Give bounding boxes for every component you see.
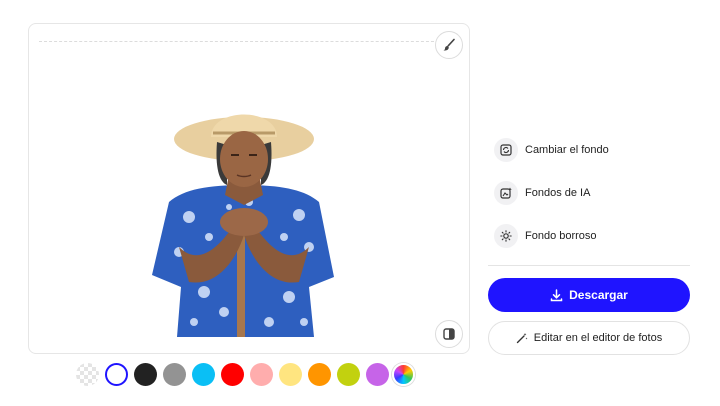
swatch-pink[interactable] (250, 363, 273, 386)
swatch-custom-color[interactable] (392, 363, 415, 386)
download-icon (550, 288, 563, 301)
swatch-sky-blue[interactable] (192, 363, 215, 386)
blur-background-label: Fondo borroso (525, 230, 597, 242)
swatch-light-yellow[interactable] (279, 363, 302, 386)
subject-photo (152, 114, 334, 337)
compare-icon (443, 328, 455, 340)
ai-backgrounds-label: Fondos de IA (525, 187, 591, 199)
blur-background-option[interactable]: Fondo borroso (494, 224, 597, 248)
brush-button[interactable] (435, 31, 463, 59)
swatch-purple[interactable] (366, 363, 389, 386)
swatch-orange[interactable] (308, 363, 331, 386)
change-background-icon (494, 138, 518, 162)
ai-backgrounds-option[interactable]: Fondos de IA (494, 181, 590, 205)
brush-icon (443, 38, 455, 51)
download-button[interactable]: Descargar (488, 278, 690, 312)
magic-wand-icon (516, 333, 528, 344)
edit-in-photo-editor-button[interactable]: Editar en el editor de fotos (488, 321, 690, 355)
swatch-red[interactable] (221, 363, 244, 386)
download-label: Descargar (569, 288, 628, 302)
compare-button[interactable] (435, 320, 463, 348)
change-background-option[interactable]: Cambiar el fondo (494, 138, 609, 162)
swatch-black[interactable] (134, 363, 157, 386)
ai-backgrounds-icon (494, 181, 518, 205)
image-canvas[interactable] (28, 23, 470, 354)
swatch-white[interactable] (105, 363, 128, 386)
blur-background-icon (494, 224, 518, 248)
swatch-transparent[interactable] (76, 363, 99, 386)
swatch-gray[interactable] (163, 363, 186, 386)
change-background-label: Cambiar el fondo (525, 144, 609, 156)
swatch-lime[interactable] (337, 363, 360, 386)
edit-in-photo-editor-label: Editar en el editor de fotos (533, 332, 663, 344)
dashed-guide (39, 41, 439, 42)
divider (488, 265, 690, 266)
